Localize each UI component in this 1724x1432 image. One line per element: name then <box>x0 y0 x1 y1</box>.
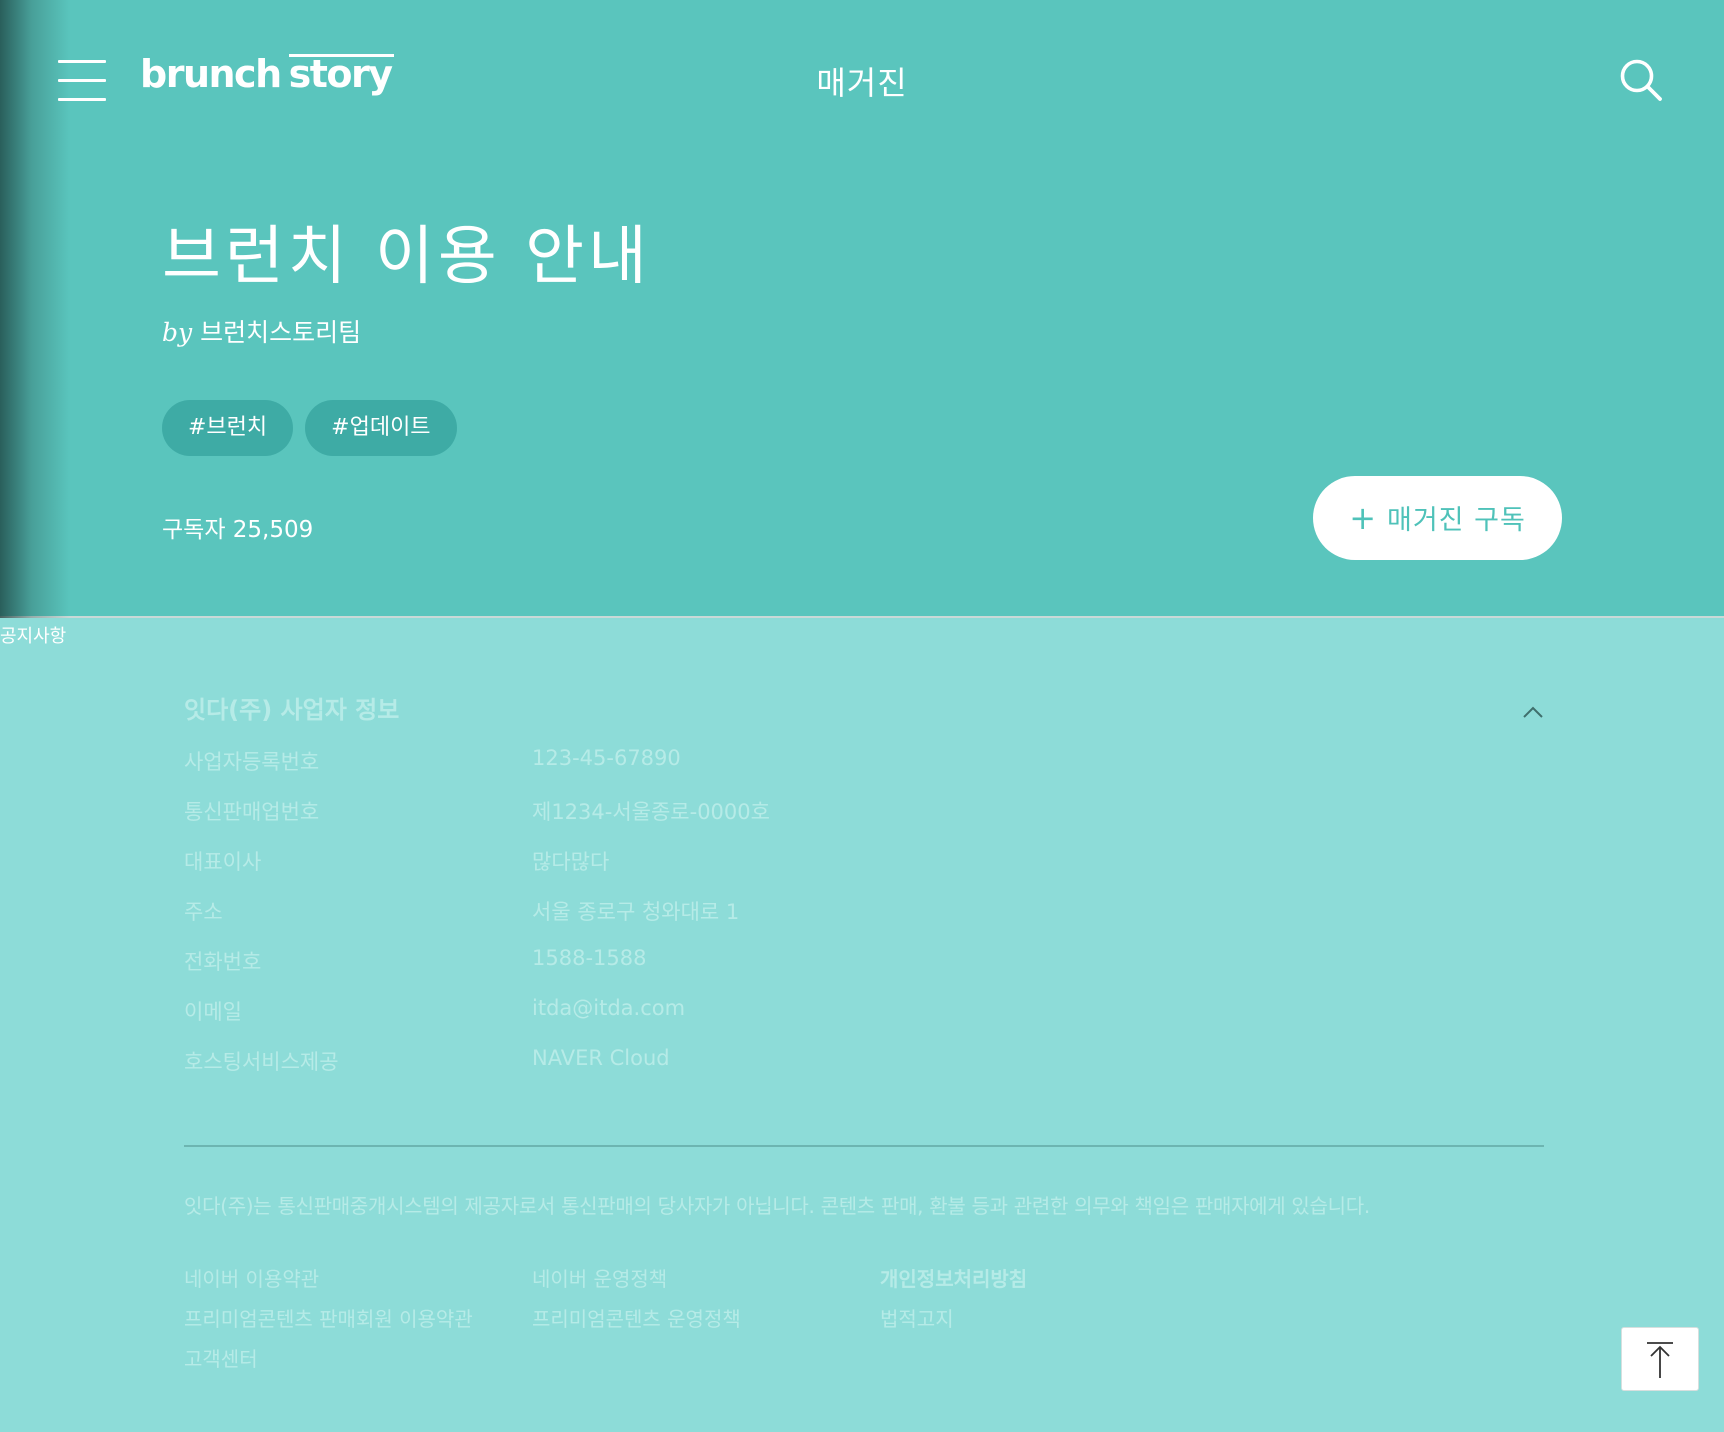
subscribe-magazine-button[interactable]: + 매거진 구독 <box>1313 476 1562 560</box>
link-premium-seller-terms[interactable]: 프리미엄콘텐츠 판매회원 이용약관 <box>184 1303 473 1332</box>
arrow-up-to-top-icon <box>1647 1342 1673 1378</box>
info-value: 1588-1588 <box>532 946 647 970</box>
logo-brunch-text: brunch <box>140 52 282 96</box>
link-naver-terms[interactable]: 네이버 이용약관 <box>184 1263 319 1292</box>
hamburger-menu-icon[interactable] <box>58 60 106 101</box>
scroll-to-top-button[interactable] <box>1621 1327 1699 1391</box>
magazine-byline: by 브런치스토리팀 <box>162 313 361 349</box>
info-label: 대표이사 <box>184 850 262 874</box>
link-legal-notice[interactable]: 법적고지 <box>880 1303 954 1332</box>
info-value: 서울 종로구 청와대로 1 <box>532 900 740 924</box>
link-customer-center[interactable]: 고객센터 <box>184 1343 258 1372</box>
info-value: 많다많다 <box>532 850 610 874</box>
link-naver-policy[interactable]: 네이버 운영정책 <box>532 1263 667 1292</box>
magazine-cover: brunch story 매거진 브런치 이용 안내 by 브런치스토리팀 #브런치… <box>0 0 1724 618</box>
subscribe-label: 매거진 구독 <box>1387 505 1526 536</box>
keyword-tags: #브런치 #업데이트 <box>162 400 457 456</box>
info-label: 통신판매업번호 <box>184 800 320 824</box>
link-premium-policy[interactable]: 프리미엄콘텐츠 운영정책 <box>532 1303 741 1332</box>
info-value: itda@itda.com <box>532 996 686 1020</box>
nav-title-magazine[interactable]: 매거진 <box>816 64 907 102</box>
chevron-up-icon[interactable] <box>1520 700 1546 726</box>
brunch-story-logo[interactable]: brunch story <box>140 52 393 102</box>
footer-disclaimer: 잇다(주)는 통신판매중개시스템의 제공자로서 통신판매의 당사자가 아닙니다.… <box>184 1194 1370 1218</box>
info-label: 호스팅서비스제공 <box>184 1050 339 1074</box>
link-privacy-policy[interactable]: 개인정보처리방침 <box>880 1263 1027 1292</box>
search-icon[interactable] <box>1618 57 1664 103</box>
tag-brunch[interactable]: #브런치 <box>162 400 294 456</box>
business-info-title[interactable]: 잇다(주) 사업자 정보 <box>184 690 399 725</box>
info-label: 이메일 <box>184 1000 242 1024</box>
tag-update[interactable]: #업데이트 <box>305 400 457 456</box>
notice-label[interactable]: 공지사항 <box>0 622 66 648</box>
author-name[interactable]: 브런치스토리팀 <box>200 318 361 347</box>
magazine-title: 브런치 이용 안내 <box>162 220 651 294</box>
subscriber-count: 구독자 25,509 <box>162 517 314 543</box>
logo-story-text: story <box>288 52 393 96</box>
plus-icon: + <box>1349 499 1377 537</box>
info-label: 전화번호 <box>184 950 262 974</box>
info-value: 123-45-67890 <box>532 746 681 770</box>
info-label: 사업자등록번호 <box>184 750 320 774</box>
info-value: 제1234-서울종로-0000호 <box>532 800 770 824</box>
info-label: 주소 <box>184 900 223 924</box>
by-label: by <box>162 318 193 347</box>
info-value: NAVER Cloud <box>532 1046 670 1070</box>
page: brunch story 매거진 브런치 이용 안내 by 브런치스토리팀 #브런치… <box>0 0 1724 1432</box>
footer-divider <box>184 1145 1544 1147</box>
